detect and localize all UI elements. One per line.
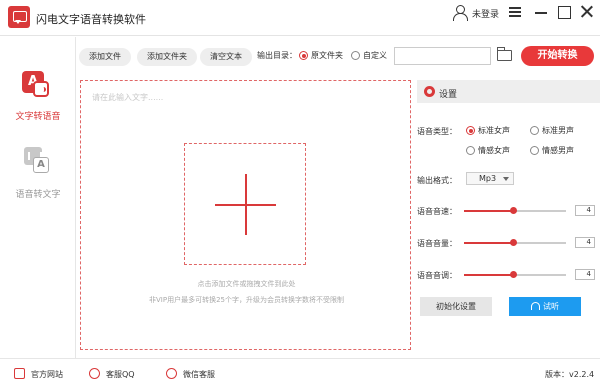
version-label: 版本：v2.2.4 <box>545 370 595 379</box>
editor-placeholder: 请在此输入文字...... <box>92 93 164 102</box>
settings-panel: 设置 语音类型： 标准女声 标准男声 情感女声 情感男声 输出格式： Mp3 语… <box>417 80 600 350</box>
settings-title: 设置 <box>439 90 458 100</box>
output-path-input[interactable] <box>394 47 491 65</box>
volume-slider-handle[interactable] <box>509 239 517 246</box>
radio-standard-female[interactable] <box>466 126 475 135</box>
preview-listen-button[interactable]: 试听 <box>509 297 581 316</box>
vip-limit-hint: 非VIP用户最多可转换25个字，升级为会员转换字数将不受限制 <box>149 296 344 304</box>
letter-a-icon: A <box>33 157 49 173</box>
wechat-support-link[interactable]: 微信客服 <box>183 369 215 380</box>
pitch-slider-handle[interactable] <box>509 271 517 278</box>
pitch-slider[interactable] <box>464 271 566 278</box>
radio-custom-folder-label: 自定义 <box>363 51 387 60</box>
menu-icon[interactable] <box>506 4 524 20</box>
radio-original-folder[interactable] <box>299 51 308 60</box>
volume-label: 语音音量： <box>417 239 457 248</box>
sidebar: A 文字转语音 A 语音转文字 <box>0 37 76 358</box>
gear-icon <box>424 86 435 97</box>
format-select[interactable]: Mp3 <box>466 172 514 185</box>
website-link[interactable]: 官方网站 <box>31 369 63 380</box>
radio-emotional-female-label: 情感女声 <box>478 146 510 155</box>
radio-emotional-female[interactable] <box>466 146 475 155</box>
login-label: 未登录 <box>472 9 500 20</box>
sidebar-item-text-to-speech[interactable]: A 文字转语音 <box>0 71 76 141</box>
qq-support-link[interactable]: 客服QQ <box>106 369 135 380</box>
minimize-icon[interactable] <box>532 4 550 20</box>
headphone-icon <box>531 302 540 310</box>
app-title: 闪电文字语音转换软件 <box>36 13 146 26</box>
home-icon <box>14 368 25 379</box>
speed-slider-handle[interactable] <box>509 207 517 214</box>
add-file-button[interactable]: 添加文件 <box>79 48 131 66</box>
settings-header: 设置 <box>417 80 600 103</box>
login-button[interactable]: 未登录 <box>452 5 499 21</box>
start-convert-button[interactable]: 开始转换 <box>521 46 594 66</box>
close-icon[interactable] <box>578 4 596 20</box>
radio-custom-folder[interactable] <box>351 51 360 60</box>
volume-value-input[interactable]: 4 <box>575 237 595 248</box>
clear-text-button[interactable]: 清空文本 <box>200 48 252 66</box>
sidebar-item-label: 文字转语音 <box>15 112 61 122</box>
radio-emotional-male-label: 情感男声 <box>542 146 574 155</box>
add-folder-button[interactable]: 添加文件夹 <box>137 48 197 66</box>
qq-icon <box>89 368 100 379</box>
speed-slider[interactable] <box>464 207 566 214</box>
sidebar-item-speech-to-text[interactable]: A 语音转文字 <box>0 147 76 217</box>
radio-standard-male-label: 标准男声 <box>542 126 574 135</box>
maximize-icon[interactable] <box>555 4 573 20</box>
title-bar: 闪电文字语音转换软件 未登录 <box>0 0 600 36</box>
volume-slider[interactable] <box>464 239 566 246</box>
folder-open-icon[interactable] <box>497 47 512 61</box>
speed-label: 语音音速： <box>417 207 457 216</box>
radio-emotional-male[interactable] <box>530 146 539 155</box>
user-icon <box>452 5 468 21</box>
radio-standard-female-label: 标准女声 <box>478 126 510 135</box>
pitch-label: 语音音调： <box>417 271 457 280</box>
preview-listen-label: 试听 <box>543 302 559 311</box>
radio-standard-male[interactable] <box>530 126 539 135</box>
voice-type-label: 语音类型： <box>417 127 457 136</box>
sidebar-item-label: 语音转文字 <box>15 190 61 200</box>
app-logo-icon <box>8 6 30 28</box>
speech-bubble-icon <box>33 81 49 97</box>
format-label: 输出格式： <box>417 176 457 185</box>
text-editor[interactable]: 请在此输入文字...... 点击添加文件或拖拽文件到此处 非VIP用户最多可转换… <box>80 80 411 350</box>
reset-settings-button[interactable]: 初始化设置 <box>420 297 492 316</box>
wechat-icon <box>166 368 177 379</box>
speed-value-input[interactable]: 4 <box>575 205 595 216</box>
add-file-dropzone[interactable] <box>184 143 306 265</box>
dropzone-hint: 点击添加文件或拖拽文件到此处 <box>197 280 296 288</box>
output-dir-label: 输出目录： <box>257 51 297 60</box>
radio-original-folder-label: 原文件夹 <box>311 51 343 60</box>
pitch-value-input[interactable]: 4 <box>575 269 595 280</box>
footer: 官方网站 客服QQ 微信客服 版本：v2.2.4 <box>0 358 600 387</box>
